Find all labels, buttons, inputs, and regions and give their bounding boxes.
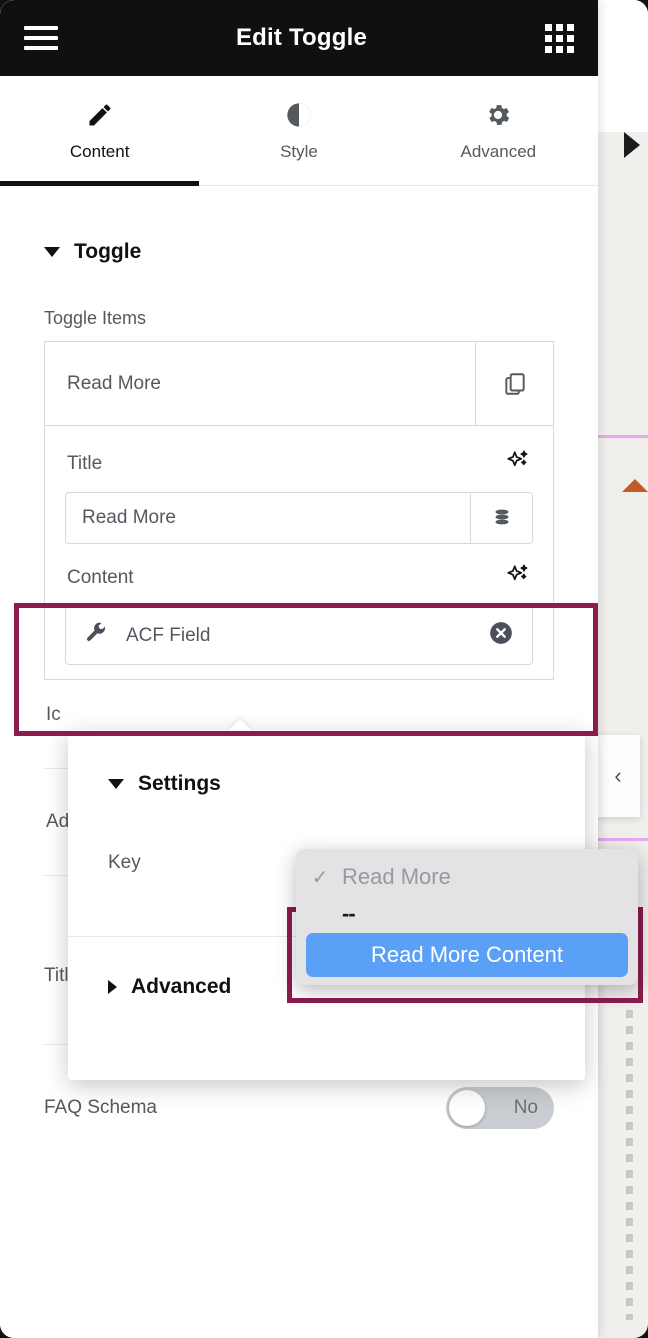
- content-control-label: Content: [67, 567, 134, 588]
- tab-advanced-label: Advanced: [460, 141, 537, 161]
- canvas-guide-line-pink: [598, 435, 648, 438]
- toggle-knob: [449, 1090, 485, 1126]
- editor-panel: Edit Toggle Content Style Advanced Toggl…: [0, 0, 598, 1338]
- popover-settings-label: Settings: [138, 772, 221, 795]
- content-control-label-row: Content: [65, 544, 533, 606]
- toggle-items-label: Toggle Items: [44, 308, 147, 328]
- panel-tabs: Content Style Advanced: [0, 76, 598, 186]
- dropdown-option-current-label: Read More: [342, 864, 451, 889]
- duplicate-item-button[interactable]: [475, 342, 553, 425]
- faq-schema-row: FAQ Schema No: [0, 1073, 598, 1143]
- hamburger-menu-icon[interactable]: [24, 26, 58, 50]
- dynamic-tags-button[interactable]: [470, 493, 532, 543]
- sparkle-ai-icon[interactable]: [505, 562, 531, 594]
- caret-down-icon: [108, 779, 124, 789]
- sparkle-ai-icon[interactable]: [505, 448, 531, 480]
- title-control-label-row: Title: [65, 430, 533, 492]
- repeater-item-body: Title Read More Content ACF Field: [45, 426, 553, 679]
- wrench-icon[interactable]: [84, 621, 108, 650]
- canvas-top-white-strip: [598, 0, 648, 132]
- caret-right-icon: [108, 980, 117, 994]
- tab-style[interactable]: Style: [199, 76, 398, 185]
- canvas-guide-line-pink-2: [598, 838, 648, 841]
- screen-root: ‹ Edit Toggle Content Style Advanced Tog…: [0, 0, 648, 1338]
- repeater-item-title: Read More: [67, 372, 161, 394]
- faq-schema-state: No: [513, 1097, 538, 1118]
- repeater-item-header[interactable]: Read More: [45, 342, 553, 426]
- caret-down-icon: [44, 247, 60, 257]
- faq-schema-toggle[interactable]: No: [446, 1087, 554, 1129]
- chevron-left-icon: ‹: [614, 763, 622, 788]
- key-select-dropdown: ✓ Read More -- Read More Content: [296, 849, 638, 985]
- page-title: Edit Toggle: [235, 24, 368, 51]
- play-triangle-icon[interactable]: [624, 132, 640, 158]
- content-dynamic-tag-label: ACF Field: [126, 624, 211, 646]
- section-toggle-header[interactable]: Toggle: [0, 186, 598, 264]
- circle-x-icon[interactable]: [488, 620, 514, 651]
- title-control-label: Title: [67, 453, 103, 474]
- panel-header: Edit Toggle: [0, 0, 598, 76]
- canvas-dashed-guide: [626, 1010, 633, 1320]
- tab-content-label: Content: [69, 141, 130, 161]
- popover-advanced-label: Advanced: [131, 975, 232, 998]
- section-toggle-title: Toggle: [74, 240, 142, 263]
- gear-icon: [484, 100, 512, 130]
- title-input[interactable]: [66, 493, 470, 543]
- popover-arrow: [228, 719, 252, 731]
- title-input-wrap: [65, 492, 533, 544]
- grid-apps-icon[interactable]: [544, 23, 574, 53]
- tab-advanced[interactable]: Advanced: [399, 76, 598, 185]
- panel-collapse-button[interactable]: ‹: [596, 735, 640, 817]
- tab-content[interactable]: Content: [0, 76, 200, 186]
- dropdown-option-current[interactable]: ✓ Read More: [296, 855, 638, 899]
- content-dynamic-tag-field[interactable]: ACF Field: [65, 606, 533, 665]
- faq-schema-label: FAQ Schema: [44, 1097, 157, 1118]
- toggle-items-repeater: Read More Title Read More Content ACF Fi…: [44, 341, 554, 680]
- tab-style-label: Style: [280, 141, 318, 161]
- check-icon: ✓: [311, 866, 329, 889]
- popover-settings-header[interactable]: Settings: [68, 730, 585, 796]
- dropdown-separator: --: [342, 901, 356, 926]
- canvas-marker-orange-triangle: [622, 479, 648, 492]
- contrast-icon: [285, 100, 313, 130]
- dropdown-option-selected[interactable]: Read More Content: [306, 933, 628, 977]
- pencil-icon: [86, 100, 114, 130]
